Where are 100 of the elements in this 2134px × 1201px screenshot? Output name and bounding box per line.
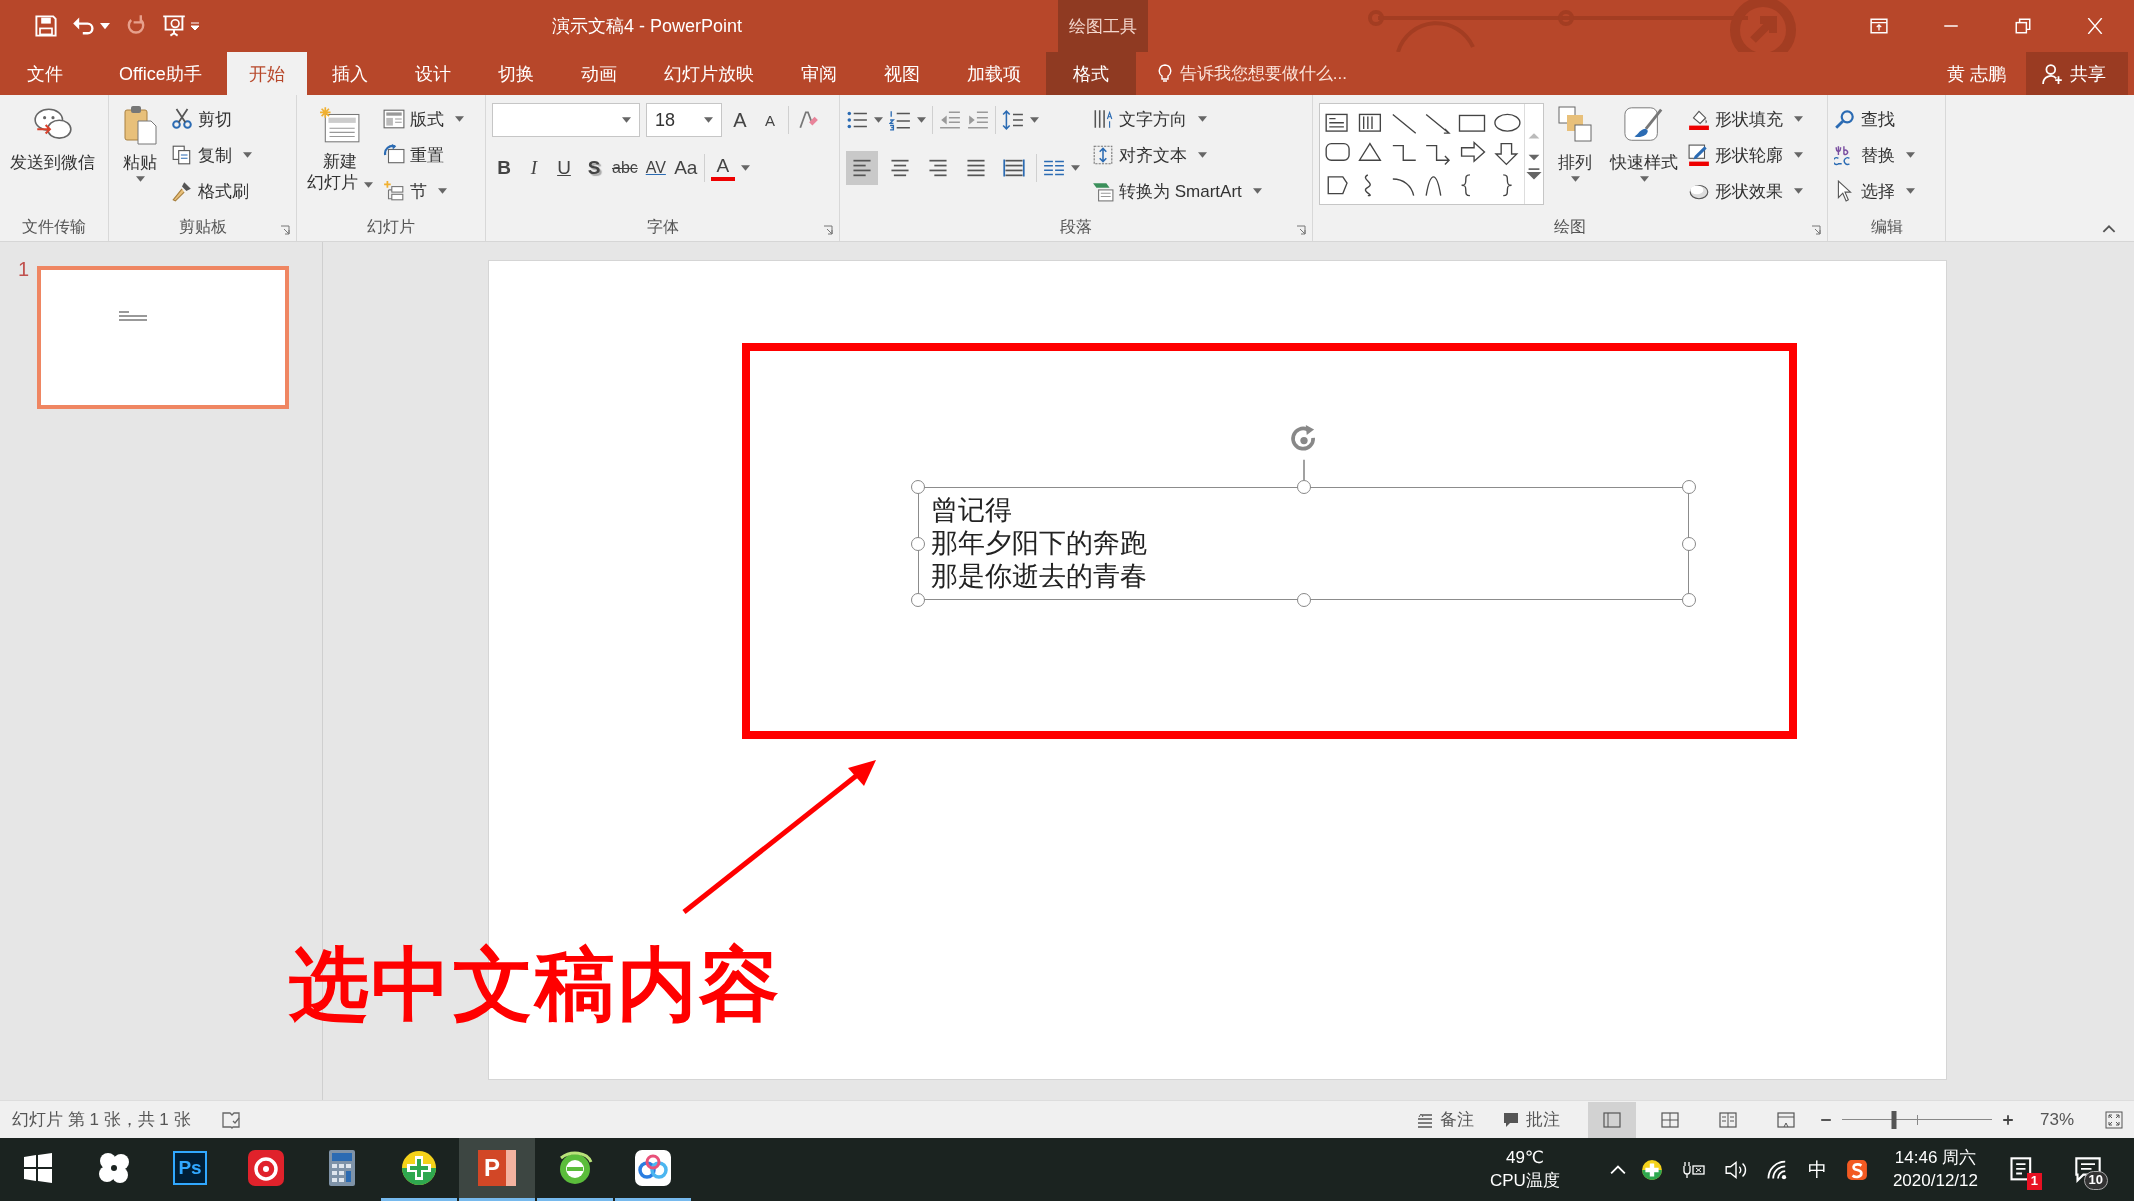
ribbon-tab[interactable]: 动画 <box>558 52 639 95</box>
align-text-button[interactable]: 对齐文本 <box>1092 139 1262 171</box>
ribbon-tab[interactable]: 文件 <box>5 52 85 95</box>
bullet-list-icon[interactable] <box>846 109 868 131</box>
dialog-launcher-icon[interactable] <box>823 225 833 235</box>
resize-handle[interactable] <box>911 536 925 551</box>
font-color-button[interactable]: A <box>710 155 735 181</box>
caret-icon[interactable] <box>1030 117 1039 123</box>
resize-handle[interactable] <box>911 593 925 607</box>
cut-button[interactable]: 剪切 <box>171 103 252 135</box>
tell-me-search-field[interactable]: 告诉我您想要做什么... <box>1179 63 1440 84</box>
format-button[interactable]: B <box>492 153 516 183</box>
dialog-launcher-icon[interactable] <box>1296 225 1306 235</box>
share-button[interactable]: 共享 <box>2026 52 2128 95</box>
spell-check-icon[interactable] <box>220 1110 241 1129</box>
shapes-gallery[interactable] <box>1319 103 1544 205</box>
zoom-level[interactable]: 73% <box>2039 1109 2074 1130</box>
slide-thumbnail[interactable] <box>37 266 290 409</box>
caret-icon[interactable] <box>874 117 883 123</box>
input-language[interactable]: 中 <box>1807 1156 1827 1183</box>
ribbon-tab[interactable]: 设计 <box>392 52 473 95</box>
format-button[interactable]: abc <box>612 153 638 183</box>
font-size-field[interactable]: 18 <box>646 103 722 137</box>
taskbar-button[interactable]: Ps <box>152 1138 228 1201</box>
comments-button[interactable]: 批注 <box>1501 1108 1560 1131</box>
action-center-icon[interactable] <box>2074 1155 2102 1184</box>
user-name[interactable]: 黄 志鹏 <box>1947 52 2006 95</box>
ribbon-display-icon[interactable] <box>1870 18 1888 34</box>
caret-icon[interactable] <box>100 22 110 30</box>
resize-handle[interactable] <box>1296 480 1311 494</box>
clear-formatting-icon[interactable] <box>797 109 819 131</box>
dialog-launcher-icon[interactable] <box>1811 225 1821 235</box>
increase-font-size-button[interactable]: A <box>728 105 752 135</box>
restore-icon[interactable] <box>2014 18 2032 34</box>
font-name-field[interactable] <box>492 103 640 137</box>
show-hidden-icons-icon[interactable] <box>1609 1163 1626 1176</box>
ribbon-tab[interactable]: 幻灯片放映 <box>641 52 776 95</box>
quick-styles-button[interactable]: 快速样式 <box>1606 101 1682 186</box>
resize-handle[interactable] <box>1296 593 1311 607</box>
volume-icon[interactable] <box>1723 1158 1748 1181</box>
ribbon-tab[interactable]: 插入 <box>309 52 390 95</box>
input-method-icon[interactable] <box>1844 1158 1869 1181</box>
dialog-launcher-icon[interactable] <box>280 225 290 235</box>
slideshow-icon[interactable] <box>162 14 186 38</box>
text-box[interactable]: 曾记得 那年夕阳下的奔跑 那是你逝去的青春 <box>918 487 1689 600</box>
ribbon-tab[interactable]: 切换 <box>475 52 556 95</box>
layout-button[interactable]: 版式 <box>383 103 464 135</box>
shape-fill-button[interactable]: 形状填充 <box>1688 103 1803 135</box>
decrease-font-size-button[interactable]: A <box>758 105 782 135</box>
convert-to-smartart-button[interactable]: 转换为 SmartArt <box>1092 175 1262 207</box>
format-button[interactable]: AV <box>643 153 668 183</box>
numbered-list-icon[interactable] <box>889 109 911 131</box>
send-to-wechat-button[interactable]: 发送到微信 <box>6 101 99 178</box>
clock-time[interactable]: 14:46 周六 <box>1894 1147 1977 1170</box>
ribbon-tab[interactable]: 审阅 <box>778 52 859 95</box>
text-direction-button[interactable]: 文字方向 <box>1092 103 1262 135</box>
shape-outline-button[interactable]: 形状轮廓 <box>1688 139 1803 171</box>
section-button[interactable]: 节 <box>383 175 464 207</box>
new-slide-button[interactable]: 新建 幻灯片 <box>303 101 377 198</box>
resize-handle[interactable] <box>1682 536 1696 551</box>
plus-circle-icon[interactable] <box>1639 1158 1664 1181</box>
ribbon-tab[interactable]: 开始 <box>226 52 307 95</box>
find-button[interactable]: 查找 <box>1834 103 1915 135</box>
temperature: 49℃ <box>1505 1147 1544 1170</box>
clock-date[interactable]: 2020/12/12 <box>1892 1169 1978 1192</box>
zoom-in-icon[interactable] <box>2001 1113 2014 1126</box>
resize-handle[interactable] <box>911 480 925 494</box>
arrange-button[interactable]: 排列 <box>1550 101 1600 186</box>
resize-handle[interactable] <box>1682 593 1696 607</box>
select-button[interactable]: 选择 <box>1834 175 1915 207</box>
zoom-slider-thumb[interactable] <box>1891 1110 1897 1129</box>
shape-effects-button[interactable]: 形状效果 <box>1688 175 1803 207</box>
customize-icon[interactable] <box>190 22 200 30</box>
replace-button[interactable]: 替换 <box>1834 139 1915 171</box>
ribbon-tab[interactable]: 加载项 <box>944 52 1043 95</box>
ribbon-tab[interactable]: 视图 <box>861 52 942 95</box>
copy-button[interactable]: 复制 <box>171 139 252 171</box>
close-icon[interactable] <box>2086 18 2104 34</box>
caret-icon[interactable] <box>1071 165 1080 171</box>
collapse-ribbon-icon[interactable] <box>2102 224 2116 233</box>
format-button[interactable]: U <box>552 153 576 183</box>
caret-icon[interactable] <box>740 165 750 171</box>
resize-handle[interactable] <box>1682 480 1696 494</box>
line-spacing-icon[interactable] <box>1002 109 1024 131</box>
ribbon-tab[interactable]: Office助手 <box>97 52 224 95</box>
save-icon[interactable] <box>34 14 58 38</box>
format-button[interactable]: Aa <box>673 153 698 183</box>
alignment-button[interactable] <box>846 151 878 185</box>
fit-to-window-icon[interactable] <box>2104 1110 2124 1129</box>
ribbon-tab[interactable]: 格式 <box>1045 52 1136 95</box>
reset-button[interactable]: 重置 <box>383 139 464 171</box>
paste-button[interactable]: 粘贴 <box>115 101 165 186</box>
view-button[interactable] <box>1587 1101 1636 1138</box>
format-button[interactable]: S <box>582 153 606 183</box>
copy-icon <box>171 144 193 166</box>
taskbar-button[interactable]: P <box>459 1138 535 1201</box>
format-painter-button[interactable]: 格式刷 <box>171 175 252 207</box>
caret-icon[interactable] <box>917 117 926 123</box>
notes-button[interactable]: 备注 <box>1415 1108 1474 1131</box>
format-button[interactable]: I <box>522 153 546 183</box>
